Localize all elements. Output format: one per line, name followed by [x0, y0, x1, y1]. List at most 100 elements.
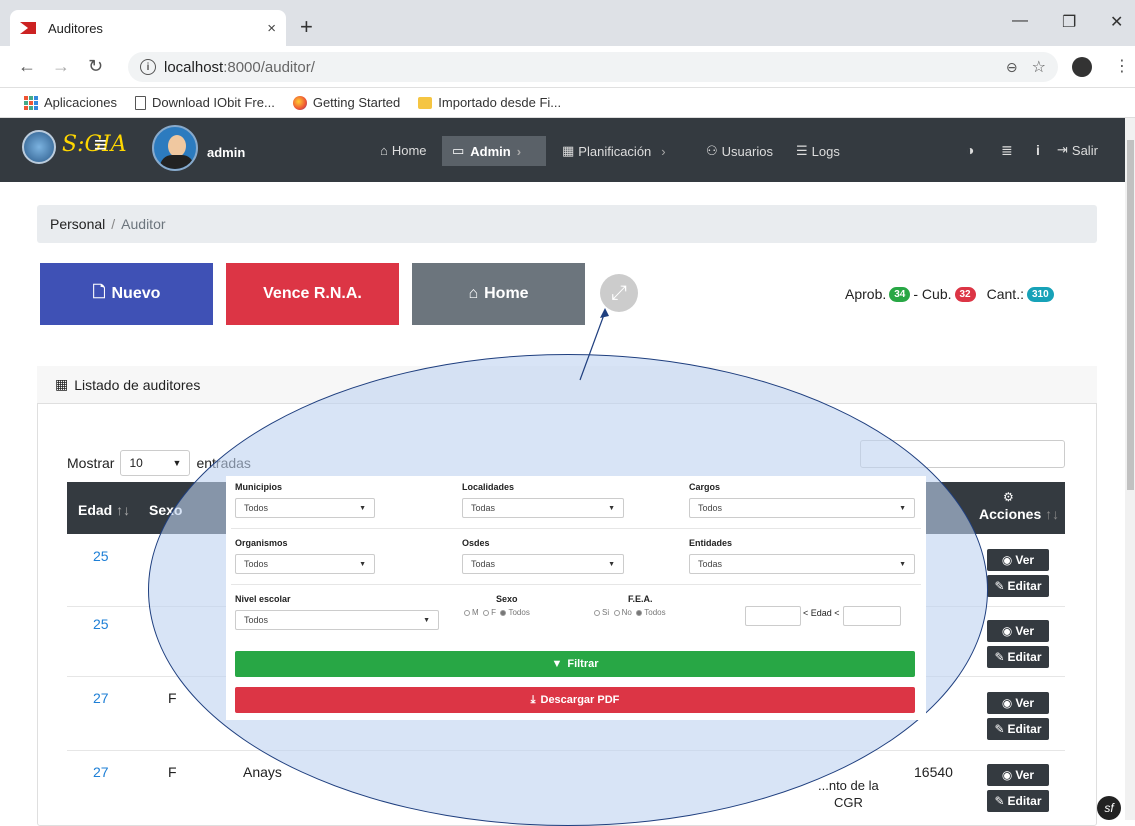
nuevo-button[interactable]: 🗋 Nuevo: [40, 263, 213, 325]
edit-icon: ✎: [994, 722, 1005, 736]
chevron-right-icon: ›: [516, 143, 522, 159]
scrollbar-thumb[interactable]: [1127, 140, 1134, 490]
eye-icon: ◉: [1001, 624, 1013, 638]
row-edad[interactable]: 27: [93, 690, 109, 706]
bookmark-iobit[interactable]: Download IObit Fre...: [135, 95, 275, 110]
cant-label: Cant.:: [986, 286, 1024, 302]
nuevo-label: Nuevo: [111, 285, 161, 302]
entidades-label: Entidades: [689, 538, 733, 548]
edad-min-input[interactable]: [745, 606, 801, 626]
filtrar-button[interactable]: ▼ Filtrar: [235, 651, 915, 677]
nav-planificacion[interactable]: ▦ Planificación ›: [562, 143, 666, 159]
home-icon: ⌂: [468, 285, 479, 302]
close-tab-icon[interactable]: ×: [267, 20, 276, 37]
nav-admin-label: Admin: [470, 143, 511, 159]
editar-button[interactable]: ✎ Editar: [987, 718, 1049, 740]
forward-arrow-icon[interactable]: →: [52, 56, 70, 77]
url-input[interactable]: i localhost:8000/auditor/ ⊖ ☆: [128, 52, 1058, 82]
stats-summary: Aprob. 34 - Cub. 32 Cant.: 310: [845, 286, 1054, 302]
nav-usuarios[interactable]: ⚇ Usuarios: [706, 143, 773, 159]
header-acciones[interactable]: Acciones ↑↓: [979, 506, 1059, 522]
nav-home[interactable]: ⌂ Home: [380, 143, 427, 158]
info-circle-icon[interactable]: i: [1036, 142, 1040, 158]
nivel-label: Nivel escolar: [235, 594, 291, 604]
close-window-icon[interactable]: ✕: [1110, 12, 1123, 32]
editar-button[interactable]: ✎ Editar: [987, 646, 1049, 668]
menu-dots-icon[interactable]: ⋮: [1114, 56, 1130, 76]
info-icon[interactable]: i: [140, 59, 156, 75]
username[interactable]: admin: [207, 145, 245, 160]
laptop-icon: ▭: [452, 143, 465, 158]
home-icon: ⌂: [380, 143, 388, 158]
organismos-select[interactable]: Todos ▼: [235, 554, 375, 574]
nav-admin[interactable]: ▭ Admin ›: [442, 136, 546, 166]
nav-salir[interactable]: ⇥ Salir: [1057, 142, 1098, 158]
editar-button[interactable]: ✎ Editar: [987, 790, 1049, 812]
row-sexo: F: [168, 764, 177, 780]
cant-badge: 310: [1026, 286, 1054, 302]
editar-button[interactable]: ✎ Editar: [987, 575, 1049, 597]
page-length-value: 10: [129, 456, 143, 470]
cargos-select[interactable]: Todos ▼: [689, 498, 915, 518]
nav-logs-label: Logs: [811, 143, 840, 159]
bookmark-label: Download IObit Fre...: [152, 95, 275, 110]
browser-tab[interactable]: Auditores ×: [10, 10, 286, 46]
eye-icon: ◉: [1001, 553, 1013, 567]
municipios-select[interactable]: Todos ▼: [235, 498, 375, 518]
users-icon: ⚇: [706, 143, 718, 158]
ver-button[interactable]: ◉ Ver: [987, 549, 1049, 571]
minimize-icon[interactable]: —: [1012, 12, 1028, 30]
edit-icon: ✎: [994, 579, 1005, 593]
profile-icon[interactable]: [1072, 57, 1092, 77]
descargar-pdf-button[interactable]: ⤓ Descargar PDF: [235, 687, 915, 713]
localidades-select[interactable]: Todas ▼: [462, 498, 624, 518]
card-title: Listado de auditores: [74, 376, 201, 393]
nav-logs[interactable]: ☰ Logs: [796, 143, 840, 159]
row-entidad: CGR: [834, 795, 863, 810]
osdes-select[interactable]: Todas ▼: [462, 554, 624, 574]
row-edad[interactable]: 25: [93, 548, 109, 564]
new-tab-button[interactable]: +: [300, 14, 313, 40]
fea-radio-group[interactable]: Si No Todos: [594, 608, 666, 617]
ver-button[interactable]: ◉ Ver: [987, 620, 1049, 642]
download-icon: ⤓: [530, 693, 536, 706]
bookmark-apps[interactable]: Aplicaciones: [24, 95, 117, 110]
hamburger-menu-icon[interactable]: ≡: [94, 132, 107, 158]
reload-icon[interactable]: ↻: [88, 56, 103, 77]
chevron-down-icon: ▼: [359, 504, 366, 512]
nivel-select[interactable]: Todos ▼: [235, 610, 439, 630]
ver-button[interactable]: ◉ Ver: [987, 692, 1049, 714]
ver-button[interactable]: ◉ Ver: [987, 764, 1049, 786]
sexo-radio-group[interactable]: M F Todos: [464, 608, 530, 617]
tab-title: Auditores: [48, 20, 103, 36]
page-length-select[interactable]: 10 ▼: [120, 450, 191, 476]
zoom-icon[interactable]: ⊖: [1006, 59, 1018, 76]
home-button[interactable]: ⌂ Home: [412, 263, 585, 325]
contrast-icon[interactable]: ◑: [966, 142, 974, 158]
bookmark-label: Getting Started: [312, 95, 401, 110]
symfony-toolbar-icon[interactable]: sf: [1097, 796, 1121, 820]
eye-icon: ◉: [1001, 696, 1013, 710]
vence-rna-button[interactable]: Vence R.N.A.: [226, 263, 399, 325]
row-edad[interactable]: 25: [93, 616, 109, 632]
breadcrumb-parent[interactable]: Personal: [50, 216, 105, 232]
bookmark-imported[interactable]: Importado desde Fi...: [418, 95, 561, 110]
bookmark-getting-started[interactable]: Getting Started: [292, 95, 401, 110]
expand-icon[interactable]: ⤢: [600, 274, 638, 312]
header-edad[interactable]: Edad ↑↓: [78, 502, 130, 518]
app-logo-icon[interactable]: [22, 130, 56, 164]
cub-label: - Cub.: [913, 286, 952, 302]
back-arrow-icon[interactable]: ←: [18, 56, 36, 77]
star-icon[interactable]: ☆: [1032, 57, 1046, 77]
cargos-label: Cargos: [689, 482, 721, 492]
chevron-down-icon: ▼: [172, 458, 182, 468]
edad-max-input[interactable]: [843, 606, 901, 626]
row-edad[interactable]: 27: [93, 764, 109, 780]
database-icon[interactable]: ≣: [1001, 142, 1013, 159]
municipios-label: Municipios: [235, 482, 282, 492]
entidades-select[interactable]: Todas ▼: [689, 554, 915, 574]
firefox-icon: [292, 95, 307, 110]
maximize-icon[interactable]: ❐: [1062, 12, 1076, 32]
avatar[interactable]: [152, 125, 198, 171]
breadcrumb: Personal / Auditor: [37, 205, 1097, 243]
